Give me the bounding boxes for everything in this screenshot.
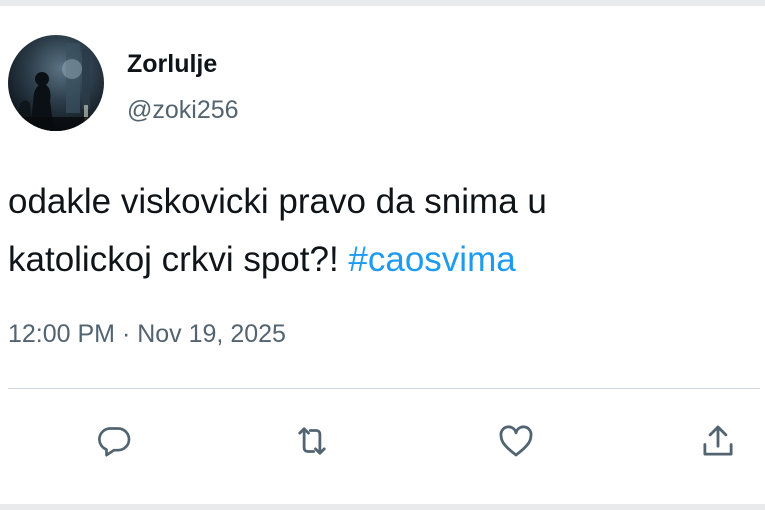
reply-icon bbox=[98, 427, 131, 457]
reply-button[interactable] bbox=[92, 419, 136, 463]
retweet-button[interactable] bbox=[290, 419, 334, 463]
divider bbox=[8, 388, 760, 389]
avatar[interactable] bbox=[8, 35, 104, 131]
user-handle[interactable]: @zoki256 bbox=[127, 96, 239, 125]
tweet-timestamp[interactable]: 12:00 PM · Nov 19, 2025 bbox=[8, 320, 286, 349]
tweet-text: odakle viskovicki pravo da snima u katol… bbox=[8, 173, 758, 289]
share-icon bbox=[703, 425, 733, 456]
tweet-text-line-2: katolickoj crkvi spot?! #caosvima bbox=[8, 231, 758, 289]
bottom-edge bbox=[0, 504, 765, 510]
display-name[interactable]: Zorlulje bbox=[127, 50, 217, 79]
like-icon bbox=[499, 425, 533, 457]
hashtag-link[interactable]: #caosvima bbox=[348, 240, 515, 279]
share-button[interactable] bbox=[696, 419, 740, 463]
tweet-card: Zorlulje @zoki256 odakle viskovicki prav… bbox=[0, 6, 765, 504]
tweet-text-line-1: odakle viskovicki pravo da snima u bbox=[8, 182, 547, 221]
tweet-text-line-2-body: katolickoj crkvi spot?! bbox=[8, 240, 339, 279]
retweet-icon bbox=[298, 427, 326, 455]
like-button[interactable] bbox=[494, 419, 538, 463]
avatar-image bbox=[8, 43, 104, 131]
